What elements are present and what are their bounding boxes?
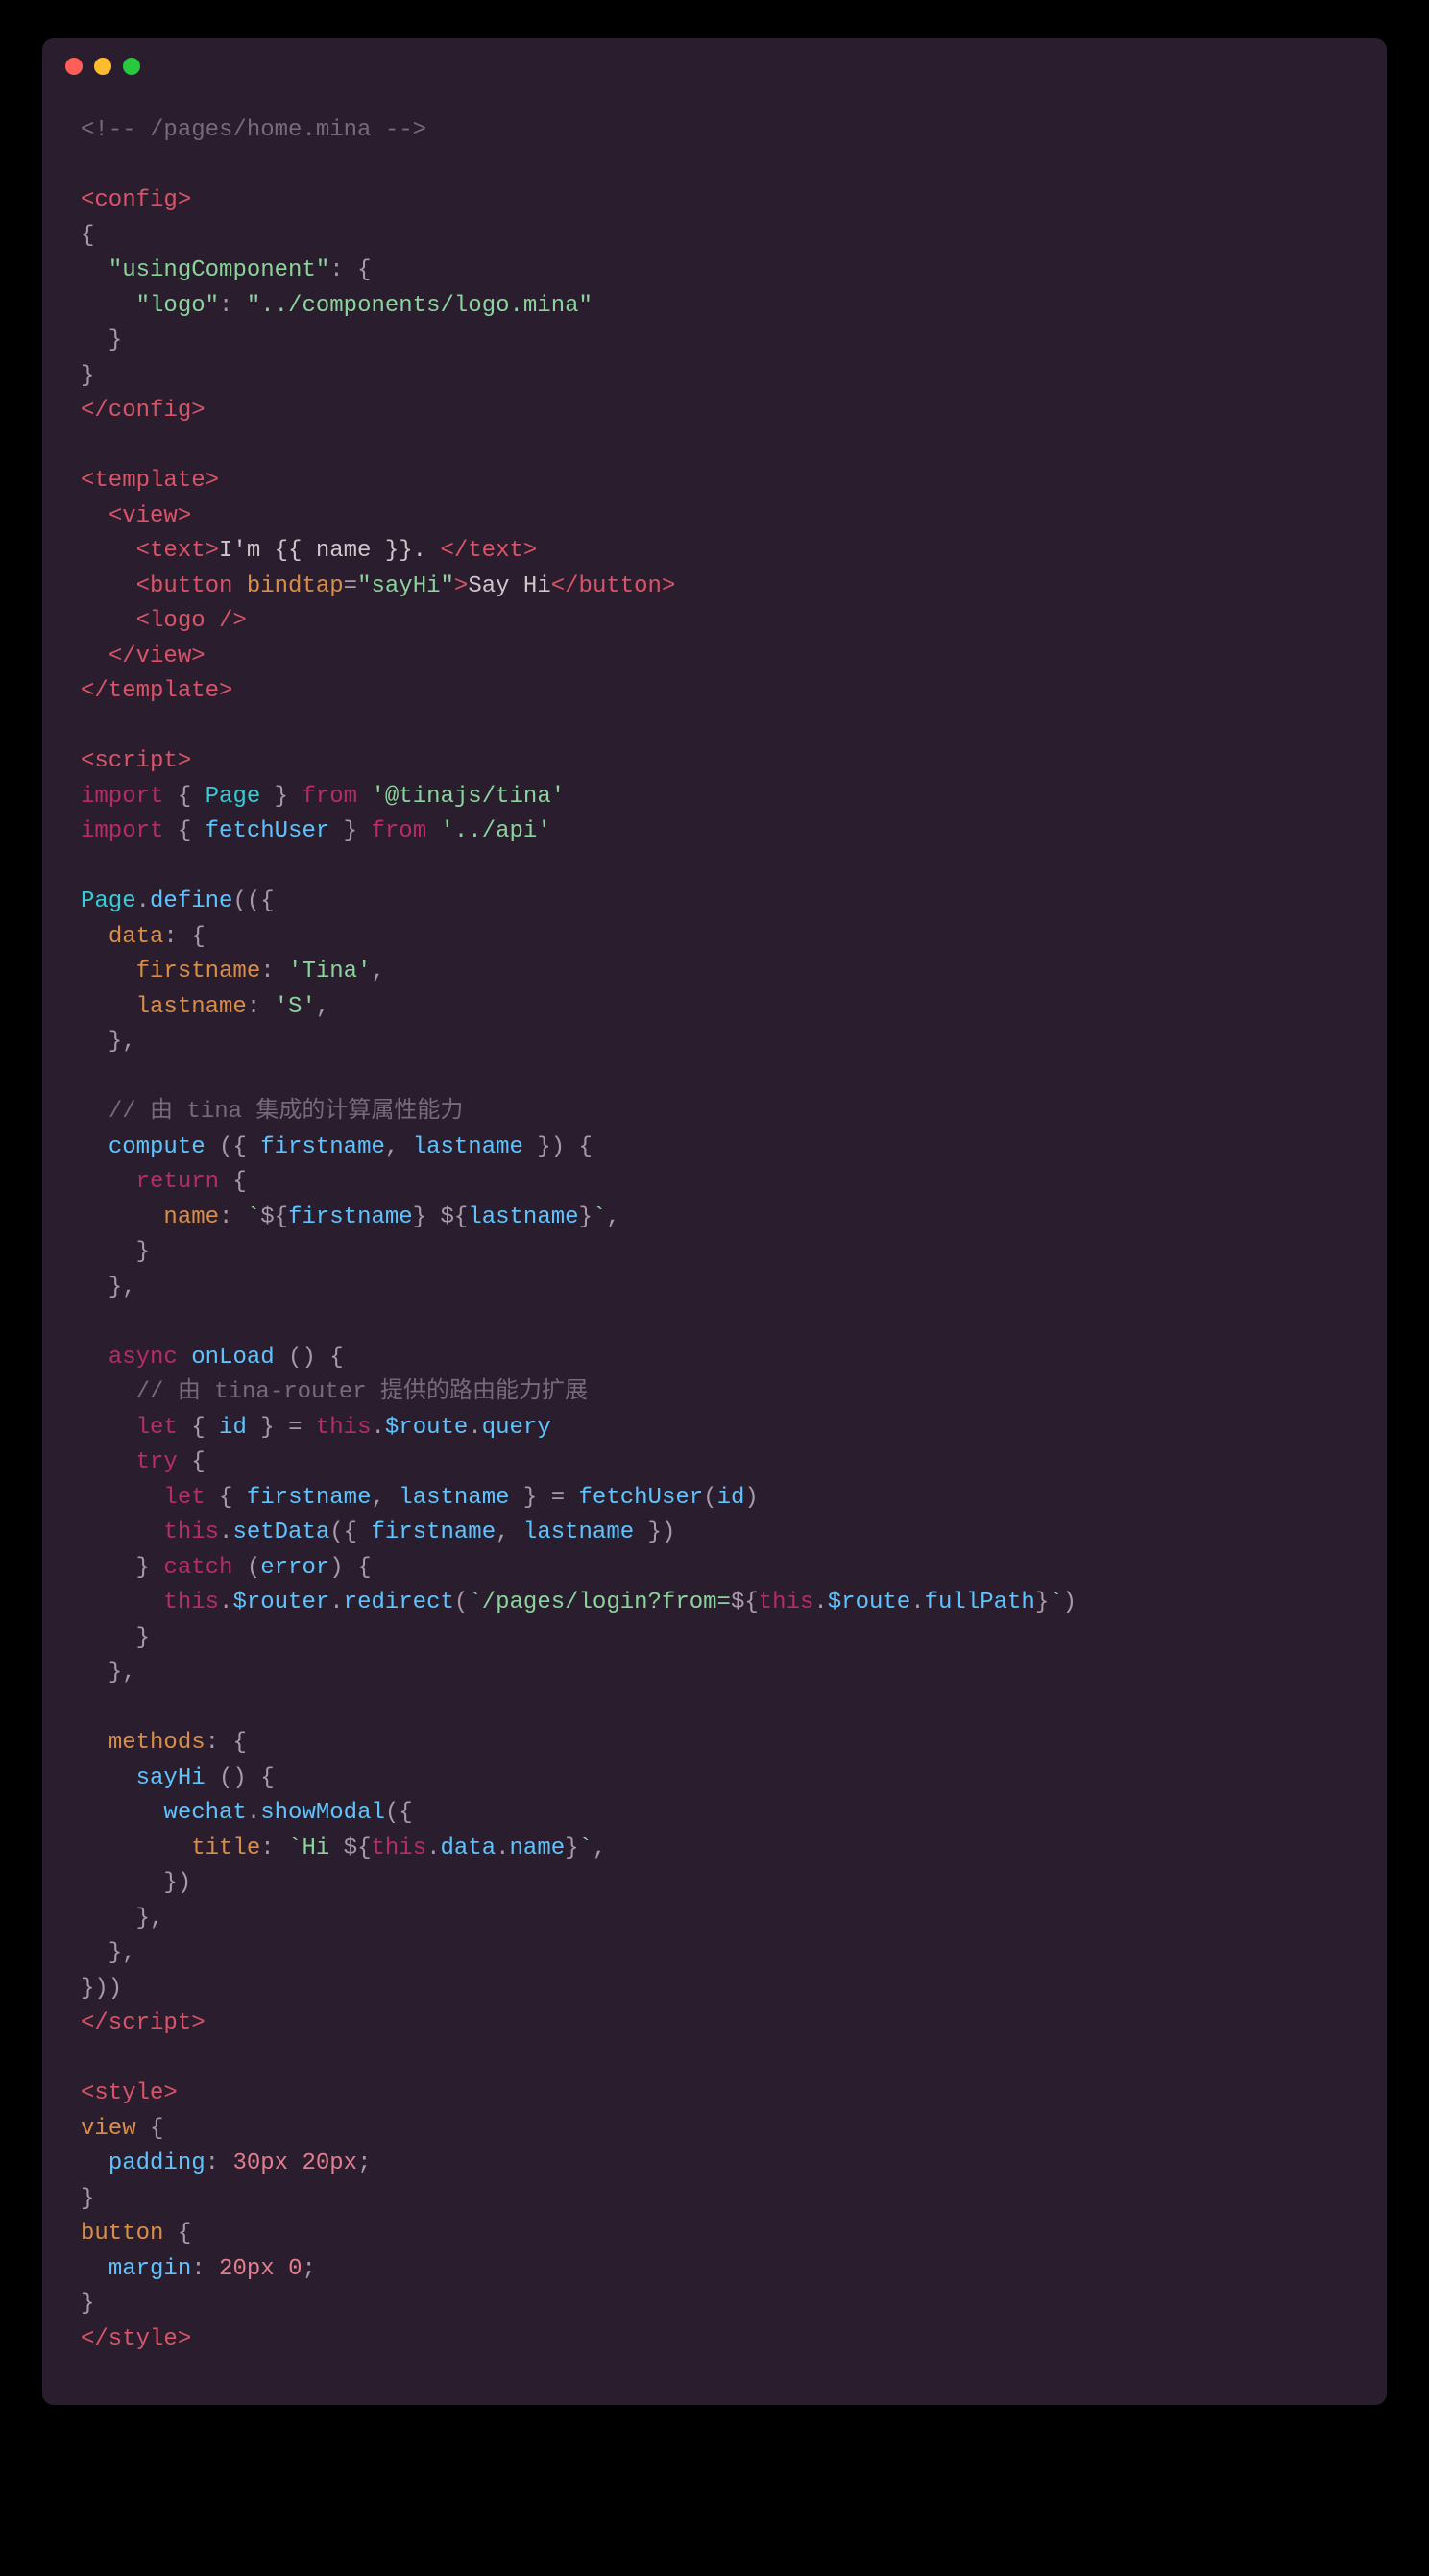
window-titlebar [42,38,1387,85]
minimize-button[interactable] [94,58,111,75]
editor-window: <!-- /pages/home.mina --> <config> { "us… [42,38,1387,2405]
close-button[interactable] [65,58,83,75]
code-content: <!-- /pages/home.mina --> <config> { "us… [42,85,1387,2405]
maximize-button[interactable] [123,58,140,75]
comment-filepath: <!-- /pages/home.mina --> [81,117,426,143]
